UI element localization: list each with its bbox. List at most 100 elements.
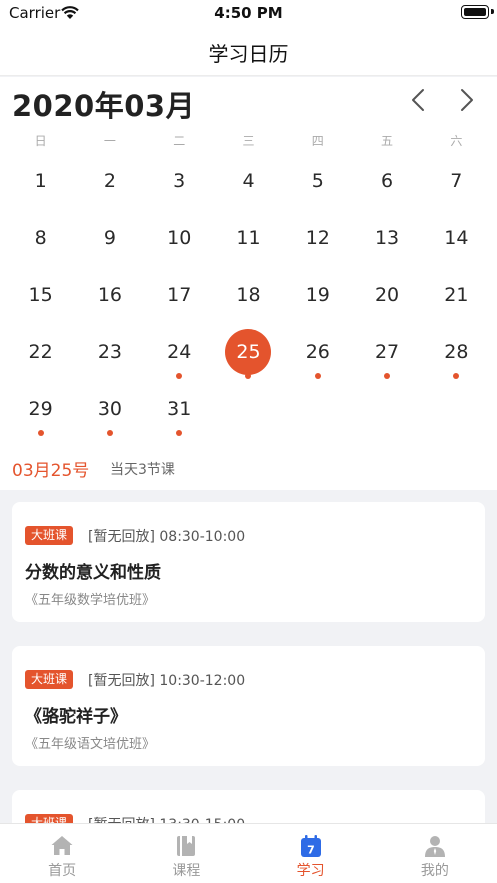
calendar-day[interactable]: 19 [283, 267, 352, 324]
calendar-day[interactable]: 9 [75, 210, 144, 267]
lesson-type-badge: 大班课 [25, 814, 74, 823]
day-number: 16 [97, 284, 123, 306]
day-number: 23 [97, 341, 123, 363]
lesson-type-badge: 大班课 [25, 526, 74, 545]
day-number: 5 [311, 170, 324, 192]
calendar-day[interactable]: 31 [145, 381, 214, 438]
day-number: 19 [305, 284, 330, 306]
calendar-day[interactable]: 22 [6, 324, 75, 381]
calendar-day[interactable]: 11 [214, 210, 283, 267]
day-number: 15 [28, 284, 53, 306]
weekday-label: 六 [450, 134, 463, 148]
tab-study[interactable]: 7 学习 [249, 824, 373, 883]
month-title: 2020年03月 [12, 89, 196, 123]
calendar-day[interactable]: 21 [422, 267, 491, 324]
tab-label: 学习 [296, 863, 325, 879]
day-number: 7 [450, 170, 463, 192]
tab-label: 我的 [420, 863, 449, 879]
lesson-card[interactable]: 大班课 [暂无回放] 10:30-12:00 《骆驼祥子》 《五年级语文培优班》 [12, 646, 485, 766]
day-number: 4 [242, 170, 255, 192]
calendar-day[interactable]: 5 [283, 153, 352, 210]
nav-bar: 学习日历 [0, 28, 497, 76]
calendar-icon: 7 [300, 835, 321, 857]
day-number: 14 [444, 227, 469, 249]
next-month-button[interactable] [453, 87, 479, 113]
day-number: 11 [236, 227, 261, 249]
day-number: 6 [381, 170, 394, 192]
status-bar: Carrier 4:50 PM [0, 0, 497, 28]
weekday-label: 一 [103, 134, 116, 148]
day-number: 9 [103, 227, 116, 249]
lesson-card[interactable]: 大班课 [暂无回放] 08:30-10:00 分数的意义和性质 《五年级数学培优… [12, 502, 485, 622]
lesson-class-name: 《五年级数学培优班》 [25, 593, 156, 608]
lesson-indicator-dot [245, 373, 252, 379]
calendar: 2020年03月 日 一 二 三 四 五 六 1 2 3 4 5 6 7 8 9 10 11 12 13… [0, 77, 497, 490]
day-number: 2 [103, 170, 116, 192]
calendar-day[interactable]: 8 [6, 210, 75, 267]
day-number: 18 [236, 284, 261, 306]
tab-home[interactable]: 首页 [0, 824, 124, 883]
calendar-day[interactable]: 6 [352, 153, 421, 210]
calendar-day[interactable]: 3 [145, 153, 214, 210]
calendar-day[interactable]: 28 [422, 324, 491, 381]
lesson-class-name: 《五年级语文培优班》 [25, 737, 156, 752]
lesson-indicator-dot [314, 373, 321, 379]
lesson-list: 大班课 [暂无回放] 08:30-10:00 分数的意义和性质 《五年级数学培优… [0, 490, 497, 823]
weekday-header: 日 一 二 三 四 五 六 [6, 132, 491, 152]
lesson-title: 《骆驼祥子》 [25, 707, 127, 727]
calendar-day[interactable]: 27 [352, 324, 421, 381]
calendar-day[interactable]: 13 [352, 210, 421, 267]
tab-label: 首页 [48, 863, 77, 879]
calendar-day[interactable]: 1 [6, 153, 75, 210]
lesson-indicator-dot [176, 430, 183, 436]
day-number: 22 [28, 341, 53, 363]
day-number: 27 [374, 341, 400, 363]
tab-label: 课程 [172, 863, 201, 879]
tab-mine[interactable]: 我的 [373, 824, 497, 883]
lesson-card[interactable]: 大班课 [暂无回放] 13:30-15:00 [12, 790, 485, 823]
day-number: 17 [167, 284, 192, 306]
calendar-day[interactable]: 15 [6, 267, 75, 324]
battery-icon [461, 5, 489, 19]
calendar-day[interactable]: 16 [75, 267, 144, 324]
lesson-indicator-dot [176, 373, 183, 379]
calendar-day-selected[interactable]: 25 [214, 324, 283, 381]
day-number: 10 [167, 227, 192, 249]
calendar-day[interactable]: 7 [422, 153, 491, 210]
weekday-label: 四 [311, 134, 324, 148]
chevron-right-icon [461, 89, 473, 111]
book-icon [177, 836, 196, 856]
tab-course[interactable]: 课程 [124, 824, 248, 883]
lesson-indicator-dot [453, 373, 460, 379]
lesson-type-badge: 大班课 [25, 670, 74, 689]
calendar-day[interactable]: 18 [214, 267, 283, 324]
calendar-day[interactable]: 2 [75, 153, 144, 210]
lesson-indicator-dot [384, 373, 391, 379]
calendar-day[interactable]: 17 [145, 267, 214, 324]
calendar-day[interactable]: 23 [75, 324, 144, 381]
lesson-time: [暂无回放] 13:30-15:00 [88, 814, 245, 823]
day-number: 3 [173, 170, 186, 192]
tab-bar: 首页 课程 7 学习 我的 [0, 823, 497, 883]
calendar-day[interactable]: 14 [422, 210, 491, 267]
lesson-count: 当天3节课 [110, 462, 175, 478]
calendar-day[interactable]: 26 [283, 324, 352, 381]
calendar-day[interactable]: 20 [352, 267, 421, 324]
calendar-day[interactable]: 4 [214, 153, 283, 210]
calendar-day[interactable]: 10 [145, 210, 214, 267]
day-number: 24 [167, 341, 192, 363]
day-number: 13 [374, 227, 400, 249]
calendar-day[interactable]: 29 [6, 381, 75, 438]
lesson-indicator-dot [37, 430, 44, 436]
day-number: 29 [28, 398, 53, 420]
day-number: 30 [97, 398, 123, 420]
status-time: 4:50 PM [214, 4, 283, 22]
lesson-indicator-dot [106, 430, 113, 436]
prev-month-button[interactable] [406, 87, 432, 113]
user-icon [424, 836, 445, 857]
calendar-day[interactable]: 24 [145, 324, 214, 381]
calendar-day[interactable]: 30 [75, 381, 144, 438]
day-number: 25 [225, 329, 272, 375]
calendar-day[interactable]: 12 [283, 210, 352, 267]
lesson-time: [暂无回放] 10:30-12:00 [88, 673, 246, 689]
